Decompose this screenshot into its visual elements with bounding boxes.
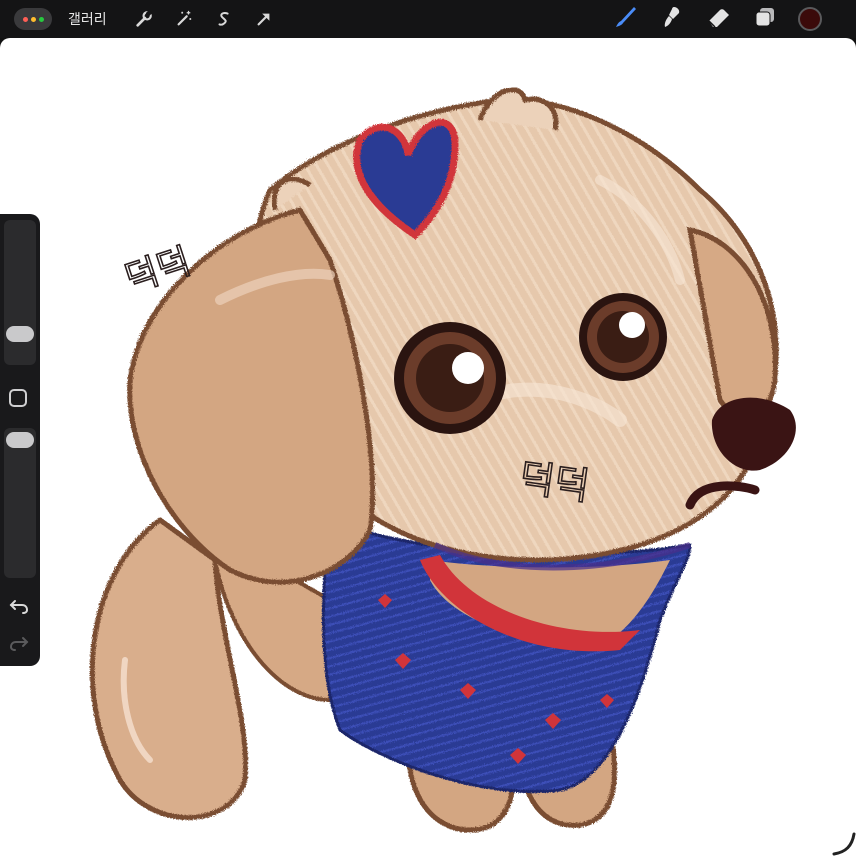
brush-icon — [616, 7, 636, 27]
eye-right — [579, 293, 667, 381]
actions-menu-button[interactable] — [14, 8, 52, 30]
redo-icon[interactable] — [9, 634, 29, 652]
gallery-button[interactable]: 갤러리 — [68, 9, 107, 29]
drawing-canvas[interactable]: 덕덕 덕덕 — [0, 38, 856, 856]
eraser-icon — [708, 9, 729, 28]
layers-button[interactable] — [754, 6, 776, 32]
dot-icon — [38, 16, 44, 22]
dot-icon — [22, 16, 28, 22]
magic-wand-icon — [177, 10, 191, 26]
top-toolbar: 갤러리 — [0, 0, 856, 38]
wrench-icon — [135, 10, 152, 27]
eraser-button[interactable] — [706, 6, 732, 32]
selection-button[interactable] — [209, 4, 239, 34]
dot-icon — [30, 16, 36, 22]
modify-button[interactable] — [9, 389, 27, 407]
corner-curve-icon — [832, 832, 856, 856]
smudge-icon — [664, 7, 680, 27]
wrench-button[interactable] — [129, 4, 159, 34]
puppy-illustration: 덕덕 덕덕 — [89, 87, 796, 833]
brush-size-slider[interactable] — [4, 220, 36, 365]
smudge-button[interactable] — [660, 5, 684, 33]
undo-icon[interactable] — [9, 597, 29, 615]
transform-button[interactable] — [249, 4, 279, 34]
layers-icon — [755, 8, 774, 27]
procreate-app: 갤러리 덕덕 덕덕 — [0, 0, 856, 856]
opacity-handle[interactable] — [6, 432, 34, 448]
toolbar-right — [612, 0, 822, 38]
brush-size-handle[interactable] — [6, 326, 34, 342]
color-swatch[interactable] — [798, 7, 822, 31]
opacity-slider[interactable] — [4, 428, 36, 578]
toolbar-left: 갤러리 — [14, 0, 279, 38]
transform-arrow-icon — [257, 13, 270, 26]
left-sidebar — [0, 214, 40, 666]
brush-button[interactable] — [612, 4, 638, 34]
adjustments-button[interactable] — [169, 4, 199, 34]
selection-icon — [218, 12, 229, 26]
eye-left — [394, 322, 506, 434]
